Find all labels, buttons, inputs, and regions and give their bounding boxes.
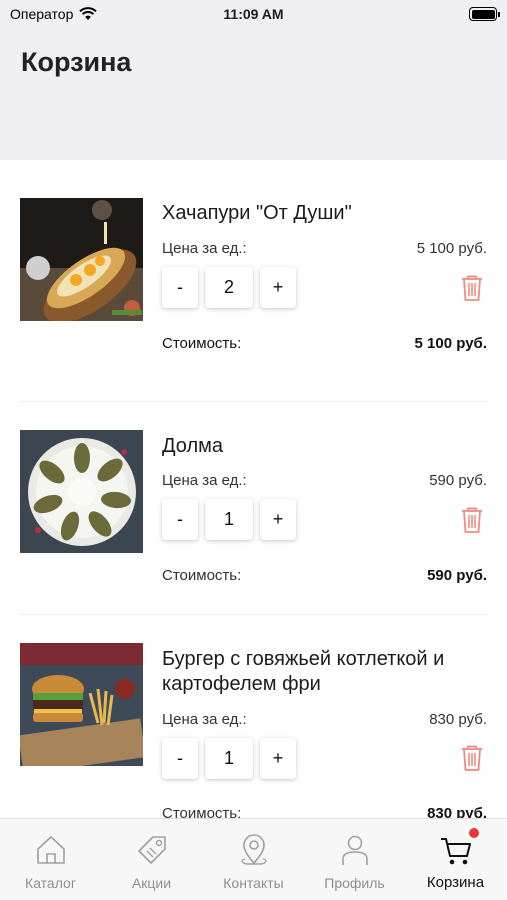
home-icon xyxy=(36,836,65,864)
item-total-value: 5 100 руб. xyxy=(414,335,487,352)
cart-item: Хачапури "От Души" Цена за ед.: 5 100 ру… xyxy=(0,160,507,402)
status-bar: Оператор 11:09 AM xyxy=(0,0,507,28)
cart-badge xyxy=(469,828,479,838)
tag-icon xyxy=(137,836,166,864)
item-total-value: 830 руб. xyxy=(427,805,487,818)
increment-button[interactable]: + xyxy=(260,738,296,779)
cart-item: Бургер с говяжьей котлеткой и картофелем… xyxy=(0,615,507,818)
location-pin-icon xyxy=(241,834,266,865)
product-image xyxy=(20,430,143,553)
cart-icon xyxy=(440,838,471,865)
tab-promotions[interactable]: Акции xyxy=(101,819,202,900)
quantity-value: 1 xyxy=(205,738,253,779)
tab-catalog[interactable]: Каталог xyxy=(0,819,101,900)
item-total-value: 590 руб. xyxy=(427,567,487,584)
tab-label: Каталог xyxy=(25,875,76,891)
tab-label: Профиль xyxy=(324,875,385,891)
tab-label: Корзина xyxy=(426,874,485,891)
trash-icon[interactable] xyxy=(460,506,484,534)
product-name: Бургер с говяжьей котлеткой и картофелем… xyxy=(162,648,445,695)
item-total-label: Стоимость: xyxy=(162,567,242,584)
product-name: Хачапури "От Души" xyxy=(162,202,352,224)
product-image xyxy=(20,198,143,321)
trash-icon[interactable] xyxy=(460,744,484,772)
page-title: Корзина xyxy=(21,47,132,77)
person-icon xyxy=(341,835,368,865)
tab-bar: Каталог Акции Контакты Профиль Корзина xyxy=(0,818,507,900)
tab-contacts[interactable]: Контакты xyxy=(203,819,304,900)
quantity-value: 2 xyxy=(205,267,253,308)
unit-price-label: Цена за ед.: xyxy=(162,472,247,489)
unit-price-value: 5 100 руб. xyxy=(416,240,487,257)
tab-label: Контакты xyxy=(223,875,284,891)
tab-label: Акции xyxy=(131,875,172,891)
tab-cart[interactable]: Корзина xyxy=(405,819,506,900)
decrement-button[interactable]: - xyxy=(162,738,198,779)
unit-price-value: 590 руб. xyxy=(429,472,487,489)
cart-item: Долма Цена за ед.: 590 руб. - 1 + Стоимо… xyxy=(0,402,507,615)
item-total-label: Стоимость: xyxy=(162,335,242,352)
unit-price-value: 830 руб. xyxy=(429,711,487,728)
cart-list[interactable]: Хачапури "От Души" Цена за ед.: 5 100 ру… xyxy=(0,160,507,818)
quantity-value: 1 xyxy=(205,499,253,540)
tab-profile[interactable]: Профиль xyxy=(304,819,405,900)
trash-icon[interactable] xyxy=(460,274,484,302)
decrement-button[interactable]: - xyxy=(162,267,198,308)
product-image xyxy=(20,643,143,766)
increment-button[interactable]: + xyxy=(260,499,296,540)
status-time: 11:09 AM xyxy=(223,6,284,22)
battery-icon xyxy=(469,7,500,21)
decrement-button[interactable]: - xyxy=(162,499,198,540)
unit-price-label: Цена за ед.: xyxy=(162,711,247,728)
unit-price-label: Цена за ед.: xyxy=(162,240,247,257)
header: Оператор 11:09 AM Корзина xyxy=(0,0,507,160)
increment-button[interactable]: + xyxy=(260,267,296,308)
product-name: Долма xyxy=(162,435,223,457)
item-total-label: Стоимость: xyxy=(162,805,242,818)
